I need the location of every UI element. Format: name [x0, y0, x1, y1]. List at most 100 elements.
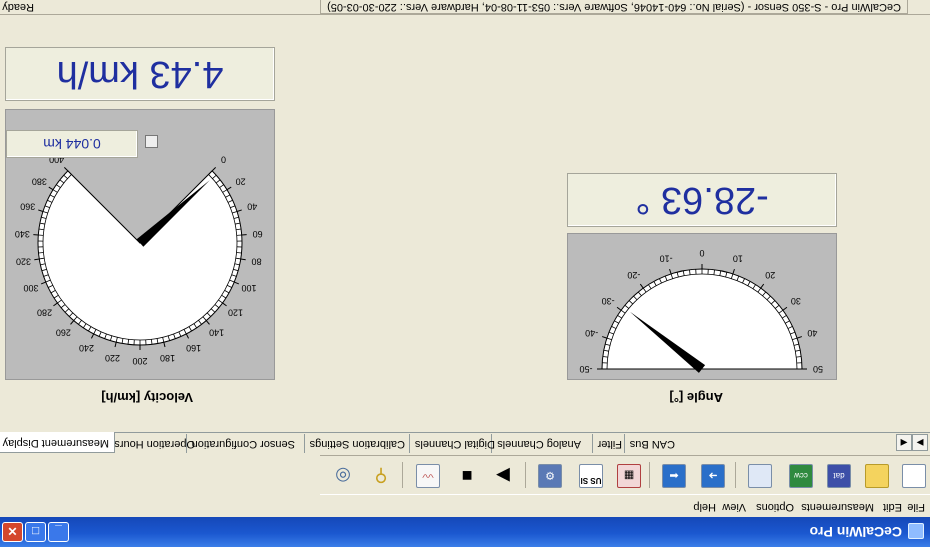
gauge-major-tick: [236, 209, 242, 212]
app-icon: [908, 523, 924, 539]
maximize-button[interactable]: □: [25, 522, 46, 542]
gauge-major-tick: [782, 306, 788, 311]
play-icon[interactable]: ▶: [491, 464, 515, 488]
distance-checkbox[interactable]: [145, 135, 158, 148]
status-sensor-info: CeCalWin Pro - S-350 Sensor - (Serial No…: [320, 0, 908, 14]
menu-edit[interactable]: Edit: [883, 501, 902, 513]
velocity-label: Velocity [km/h]: [101, 390, 193, 405]
save-disk-icon[interactable]: dat: [827, 464, 851, 488]
probe-icon[interactable]: ⚲: [369, 464, 393, 488]
close-button[interactable]: ✕: [2, 522, 23, 542]
tab-digital-channels[interactable]: Digital Channels: [408, 434, 500, 453]
angle-label: Angle [°]: [669, 390, 723, 405]
gauge-tick-label: 380: [32, 176, 47, 186]
gauge-tick-label: 180: [160, 353, 175, 363]
menu-options[interactable]: Options: [756, 501, 794, 513]
chart-grid-icon[interactable]: ▦: [617, 464, 641, 488]
gauge-tick-label: 100: [242, 283, 257, 293]
tab-sensor-configuration[interactable]: Sensor Configuration: [185, 434, 300, 453]
tab-operation-hours[interactable]: Operation Hours: [108, 434, 200, 453]
gauge-tick-label: 300: [23, 283, 38, 293]
gauge-tick-label: 80: [252, 256, 262, 266]
scope-icon[interactable]: 〰: [416, 464, 440, 488]
stop-icon[interactable]: ■: [455, 464, 479, 488]
gauge-tick-label: 0: [221, 155, 226, 165]
gauge-major-tick: [38, 209, 44, 212]
import-right-icon[interactable]: ➜: [701, 464, 725, 488]
gauge-tick-label: 160: [186, 343, 201, 353]
gauge-tick-label: 60: [253, 229, 263, 239]
gauge-tick-label: 20: [765, 270, 775, 280]
gauge-tick-label: 340: [15, 229, 30, 239]
gauge-tick-label: 220: [105, 353, 120, 363]
gauge-major-tick: [114, 342, 117, 348]
tab-filter[interactable]: Filter: [591, 434, 627, 453]
panel-view-icon[interactable]: [748, 464, 772, 488]
gauge-tick-label: -30: [602, 296, 615, 306]
angle-gauge: -50 -40 -30 -20 -10 0 10 20 30 40 50: [567, 233, 837, 380]
open-folder-icon[interactable]: [865, 464, 889, 488]
tab-scroll-left-button[interactable]: ◀: [896, 434, 912, 451]
gauge-major-tick: [70, 320, 75, 325]
gauge-tick-label: 120: [228, 307, 243, 317]
gauge-major-tick: [234, 281, 240, 285]
gauge-tick-label: 30: [791, 296, 801, 306]
gauge-tick-label: 40: [247, 202, 257, 212]
tab-analog-channels[interactable]: Analog Channels: [491, 434, 586, 453]
tab-scroll-right-button[interactable]: ▶: [912, 434, 928, 451]
gauge-tick-label: -40: [585, 328, 598, 338]
angle-display: -28.63 °: [567, 173, 837, 227]
gauge-face: [37, 170, 243, 346]
import-left-icon[interactable]: ⬅: [662, 464, 686, 488]
gauge-tick-label: 40: [807, 328, 817, 338]
menu-bar: File Edit Measurements Options View Help: [0, 496, 930, 517]
gauge-tick-label: 140: [209, 328, 224, 338]
gauge-major-tick: [211, 166, 217, 172]
tab-strip: CAN Bus Filter Analog Channels Digital C…: [0, 432, 930, 453]
velocity-display: 4.43 km/h: [5, 47, 275, 101]
menu-file[interactable]: File: [907, 501, 925, 513]
tab-calibration-settings[interactable]: Calibration Settings: [303, 434, 410, 453]
gauge-major-tick: [48, 186, 54, 191]
gauge-tick-label: 280: [37, 307, 52, 317]
angle-gauge-svg: -50 -40 -30 -20 -10 0 10 20 30 40 50: [579, 248, 823, 374]
gauge-major-tick: [63, 166, 69, 172]
about-icon[interactable]: ◎: [331, 464, 355, 488]
gauge-major-tick: [760, 283, 765, 289]
status-bar: CeCalWin Pro - S-350 Sensor - (Serial No…: [0, 0, 930, 15]
menu-measurements[interactable]: Measurements: [801, 501, 874, 513]
window-title: CeCalWin Pro: [809, 524, 902, 540]
gauge-tick-label: 10: [733, 254, 743, 264]
gauge-major-tick: [185, 333, 190, 339]
gauge-major-tick: [90, 333, 95, 339]
tab-can-bus[interactable]: CAN Bus: [623, 434, 680, 453]
gauge-tick-label: 240: [79, 343, 94, 353]
gauge-major-tick: [40, 281, 46, 285]
gauge-major-tick: [53, 302, 58, 307]
gauge-major-tick: [616, 306, 622, 311]
gauge-tick-label: 260: [56, 328, 71, 338]
gauge-tick-label: 50: [813, 364, 823, 374]
gauge-major-tick: [796, 336, 803, 339]
gauge-major-tick: [226, 186, 232, 191]
new-file-icon[interactable]: [902, 464, 926, 488]
status-ready: Ready: [2, 1, 34, 13]
gauge-tick-label: -20: [627, 270, 640, 280]
gauge-major-tick: [222, 302, 227, 307]
gauge-tick-label: 360: [20, 202, 35, 212]
menu-help[interactable]: Help: [693, 501, 716, 513]
distance-display: 0.044 km: [6, 130, 138, 158]
app-window: CeCalWin Pro _ □ ✕ File Edit Measurement…: [0, 0, 930, 547]
gauge-tick-label: 20: [236, 176, 246, 186]
menu-view[interactable]: View: [722, 501, 746, 513]
export-ccw-icon[interactable]: ccw: [789, 464, 813, 488]
gauge-major-tick: [205, 320, 210, 325]
units-toggle-icon[interactable]: US SI: [579, 464, 603, 488]
tab-measurement-display[interactable]: Measurement Display: [0, 432, 115, 453]
gauge-major-tick: [601, 336, 608, 339]
gauge-tick-label: 0: [699, 248, 704, 258]
gauge-major-tick: [732, 268, 735, 275]
sensor-settings-icon[interactable]: ⚙: [538, 464, 562, 488]
gauge-major-tick: [34, 258, 40, 261]
minimize-button[interactable]: _: [48, 522, 69, 542]
